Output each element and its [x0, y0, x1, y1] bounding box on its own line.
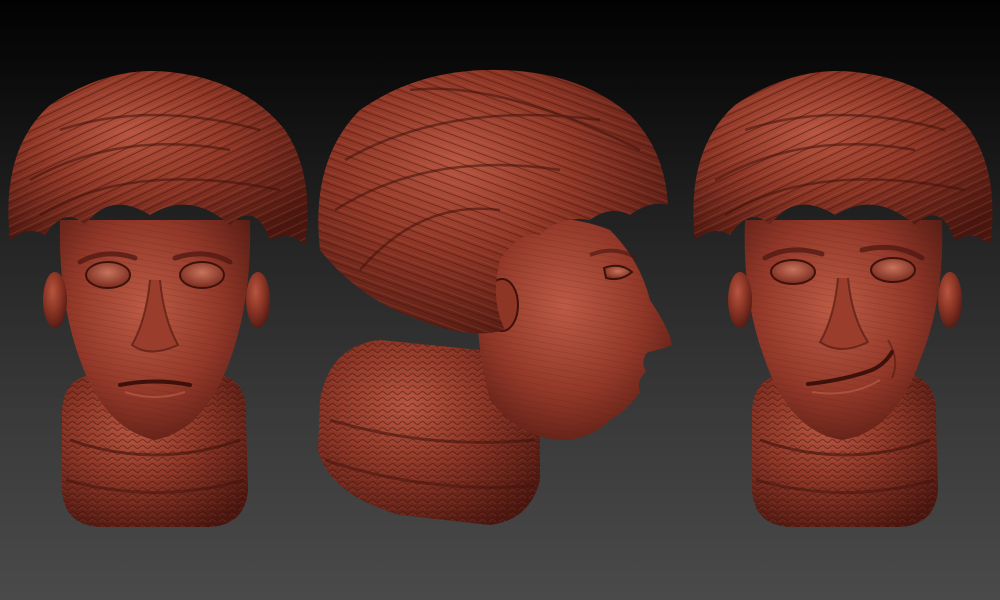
eye-left-1 — [85, 261, 131, 289]
zbrush-viewport[interactable] — [0, 0, 1000, 600]
head-front-neutral[interactable] — [8, 70, 308, 527]
head-front-smirk[interactable] — [693, 70, 993, 527]
eye-left-2 — [770, 259, 816, 285]
head-profile[interactable] — [318, 69, 672, 525]
eye-right-2 — [870, 257, 916, 283]
sculpt-canvas — [8, 69, 993, 527]
eye-right-1 — [179, 261, 225, 289]
